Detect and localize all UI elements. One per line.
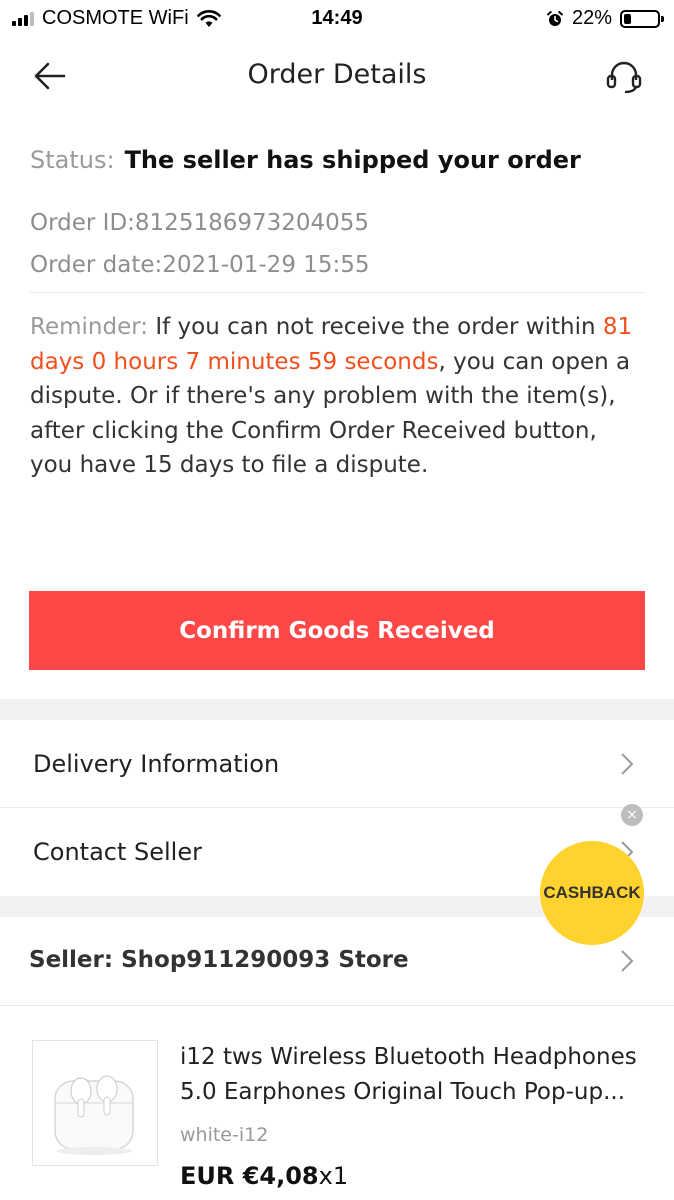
chevron-right-icon [621,753,634,775]
chevron-right-icon [621,950,634,972]
row-divider [0,1005,674,1006]
section-gap [0,699,674,720]
battery-icon [620,9,664,28]
cashback-button[interactable]: CASHBACK [540,841,644,945]
earbuds-case-image [54,1075,134,1155]
reminder-label: Reminder: [30,314,149,340]
order-id: Order ID:8125186973204055 [30,210,370,236]
product-image[interactable] [32,1040,158,1166]
product-variant: white-i12 [180,1124,269,1146]
page-title: Order Details [247,59,427,90]
seller-store-name: Seller: Shop911290093 Store [29,947,409,973]
cashback-close-icon[interactable]: × [621,804,643,826]
status-bar: COSMOTE WiFi 14:49 22% [0,0,674,38]
headset-icon[interactable] [604,56,644,96]
delivery-information-label: Delivery Information [33,750,280,778]
product-quantity: x1 [318,1162,349,1190]
product-title[interactable]: i12 tws Wireless Bluetooth Headphones 5.… [180,1040,650,1109]
reminder-text-1: If you can not receive the order within [148,314,603,340]
delivery-information-row[interactable]: Delivery Information [0,720,674,808]
price-amount: EUR €4,08 [180,1162,319,1190]
reminder-text: Reminder: If you can not receive the ord… [30,310,644,483]
battery-fill [624,13,632,24]
order-date: Order date:2021-01-29 15:55 [30,252,370,278]
battery-percent: 22% [571,7,612,29]
divider [30,292,644,293]
order-status: Status: The seller has shipped your order [30,146,644,174]
status-value: The seller has shipped your order [124,146,581,174]
contact-seller-label: Contact Seller [33,838,202,866]
cashback-label: CASHBACK [543,883,641,902]
status-bar-right: 22% [546,7,664,30]
product-price: EUR €4,08x1 [180,1162,348,1190]
nav-header: Order Details [0,40,674,114]
confirm-goods-received-button[interactable]: Confirm Goods Received [29,591,645,670]
status-label: Status: [30,146,115,174]
alarm-icon [546,10,563,26]
